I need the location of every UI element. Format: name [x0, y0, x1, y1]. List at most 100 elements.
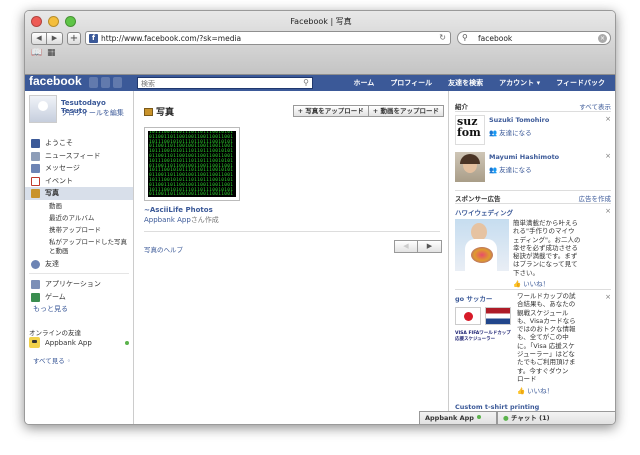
avatar[interactable] [29, 95, 57, 123]
like-label: いいね！ [527, 387, 554, 395]
sidebar-item-messages[interactable]: メッセージ [25, 162, 133, 175]
ad-text: 簡単満載だから叶えら れる"手作りのマイウ ェディング"。お二人の 幸せを必ず成… [513, 219, 581, 277]
nav-find-friends[interactable]: 友達を検索 [440, 78, 491, 88]
main-content: 写真 + 写真をアップロード + 動画をアップロード 1011100101011… [133, 91, 449, 424]
ad-text-line: たでもご利用頂けま [517, 358, 576, 367]
sidebar-item-news-feed[interactable]: ニュースフィード [25, 150, 133, 163]
notifications-globe-icon[interactable] [113, 77, 122, 88]
games-icon [31, 292, 40, 302]
ad-item: go サッカー × VISA FIFAワールドカップ 応援スケジューラー ワール… [455, 292, 613, 403]
chat-bar: Appbank App ● チャット (1) [419, 411, 615, 424]
ad-title-link[interactable]: ハワイウェディング [455, 207, 613, 217]
sidebar-more-link[interactable]: もっと見る [25, 303, 133, 316]
sidebar-item-label: イベント [45, 176, 73, 185]
facebook-header: facebook 検索 ⚲ ホーム プロフィール 友達を検索 アカウント ▾ フ… [25, 74, 615, 91]
sidebar-item-label: メッセージ [45, 164, 80, 172]
close-icon[interactable]: × [605, 152, 611, 160]
nav-feedback[interactable]: フィードバック [548, 78, 613, 88]
close-icon[interactable]: × [605, 115, 611, 123]
suggestion-name[interactable]: Mayumi Hashimoto [489, 153, 559, 161]
edit-profile-link[interactable]: プロフィールを編集 [61, 108, 124, 118]
like-link[interactable]: 👍 いいね！ [513, 278, 549, 288]
photo-help-link[interactable]: 写真のヘルプ [144, 244, 183, 254]
facebook-logo[interactable]: facebook [29, 74, 82, 88]
sidebar-item-events[interactable]: イベント [25, 175, 133, 188]
sidebar-item-friends[interactable]: 友達 [25, 258, 133, 271]
online-status-icon [476, 415, 481, 419]
ad-title-link[interactable]: Custom t-shirt printing [455, 403, 613, 411]
sidebar-item-games[interactable]: ゲーム [25, 291, 133, 304]
ad-image[interactable] [455, 219, 509, 271]
messages-jewel-icon[interactable] [101, 77, 110, 88]
sidebar-sub-recent-albums[interactable]: 最近のアルバム [25, 212, 133, 224]
page-title: 写真 [144, 105, 174, 118]
upload-photo-button[interactable]: + 写真をアップロード [292, 105, 369, 117]
photos-title-icon [144, 108, 153, 116]
clear-search-icon[interactable]: × [598, 34, 607, 43]
friend-requests-icon[interactable] [89, 77, 98, 88]
sidebar-sub-mobile-uploads[interactable]: 携帯アップロード [25, 224, 133, 236]
sidebar-item-photos[interactable]: 写真 [25, 187, 133, 200]
bookmarks-book-icon[interactable]: 📖 [31, 48, 42, 58]
browser-search-field[interactable]: ⚲ facebook × [457, 31, 611, 45]
friends-icon [31, 259, 40, 269]
suggestion-photo[interactable] [455, 152, 485, 182]
sidebar-sub-videos[interactable]: 動画 [25, 200, 133, 212]
chat-icon: ● [503, 414, 509, 422]
back-button[interactable]: ◀ [31, 32, 47, 45]
upload-video-button[interactable]: + 動画をアップロード [368, 105, 444, 117]
history-buttons: ◀ ▶ [31, 32, 63, 45]
ad-item: ハワイウェディング × 簡単満載だから叶えら れる"手作りのマイウ ェディング"… [455, 207, 613, 288]
divider [455, 203, 611, 204]
url-text[interactable]: http://www.facebook.com/?sk=media [101, 34, 241, 43]
nav-profile[interactable]: プロフィール [382, 78, 440, 88]
sidebar-item-welcome[interactable]: ようこそ [25, 137, 133, 150]
online-friend-item[interactable]: Appbank App [29, 337, 129, 349]
sidebar-item-applications[interactable]: アプリケーション [25, 278, 133, 291]
suggestion-item: Mayumi Hashimoto 👥 友達になる × [455, 152, 613, 188]
online-friends-title: オンラインの友達 [29, 329, 81, 337]
content-divider [144, 231, 440, 232]
add-friend-icon: 👥 [489, 166, 498, 174]
url-bar[interactable]: f http://www.facebook.com/?sk=media ↻ [85, 31, 451, 45]
ad-image[interactable]: VISA FIFAワールドカップ 応援スケジューラー [455, 305, 513, 353]
suggestion-photo[interactable]: suz fom [455, 115, 485, 145]
chat-tab-user[interactable]: Appbank App [419, 411, 497, 424]
add-friend-link[interactable]: 👥 友達になる [489, 164, 532, 174]
online-status-icon [125, 341, 129, 345]
ad-text-line: 幸せを必ず成功させる [513, 243, 578, 252]
page-body: Tesutodayo Tesuto プロフィールを編集 ようこそ ニュースフィー… [25, 91, 615, 424]
nav-home[interactable]: ホーム [346, 78, 383, 88]
apps-icon [31, 280, 40, 289]
chat-tab[interactable]: ● チャット (1) [497, 411, 615, 424]
see-all-suggestions-link[interactable]: すべて表示 [579, 101, 611, 111]
prev-page-button[interactable]: ◀ [394, 240, 418, 253]
create-ad-link[interactable]: 広告を作成 [579, 193, 612, 203]
close-icon[interactable]: × [605, 207, 611, 215]
magnifier-icon[interactable]: ⚲ [303, 78, 309, 87]
browser-search-value[interactable]: facebook [478, 34, 512, 43]
next-page-button[interactable]: ▶ [418, 240, 442, 253]
browser-titlebar: Facebook | 写真 ◀ ▶ + f http://www.faceboo… [25, 11, 615, 75]
album-thumbnail[interactable]: 1011100101011101101110010101 01100110110… [144, 127, 240, 201]
top-sites-grid-icon[interactable]: ▦ [47, 48, 56, 58]
forward-button[interactable]: ▶ [47, 32, 63, 45]
close-icon[interactable]: × [605, 293, 611, 301]
album-title-link[interactable]: ~AsciiLife Photos [144, 206, 213, 214]
like-link[interactable]: 👍 いいね！ [517, 385, 553, 395]
reload-icon[interactable]: ↻ [439, 33, 446, 42]
window-title: Facebook | 写真 [290, 17, 352, 26]
sidebar-sub-my-uploads[interactable]: 私がアップロードした写真と動画 [25, 236, 133, 258]
see-all-online-link[interactable]: すべて見る ◦ [33, 355, 71, 365]
add-friend-label: 友達になる [499, 129, 532, 137]
suggestion-name[interactable]: Suzuki Tomohiro [489, 116, 549, 124]
messages-icon [31, 164, 40, 173]
album-owner-link[interactable]: Appbank App [144, 216, 191, 224]
thumbs-up-icon: 👍 [517, 387, 526, 395]
add-bookmark-button[interactable]: + [67, 32, 81, 45]
suggestion-item: suz fom Suzuki Tomohiro 👥 友達になる × [455, 115, 613, 151]
facebook-search-input[interactable]: 検索 ⚲ [137, 77, 313, 89]
sponsored-title: スポンサー広告 [455, 195, 501, 203]
nav-account[interactable]: アカウント ▾ [491, 78, 548, 88]
add-friend-link[interactable]: 👥 友達になる [489, 127, 532, 137]
